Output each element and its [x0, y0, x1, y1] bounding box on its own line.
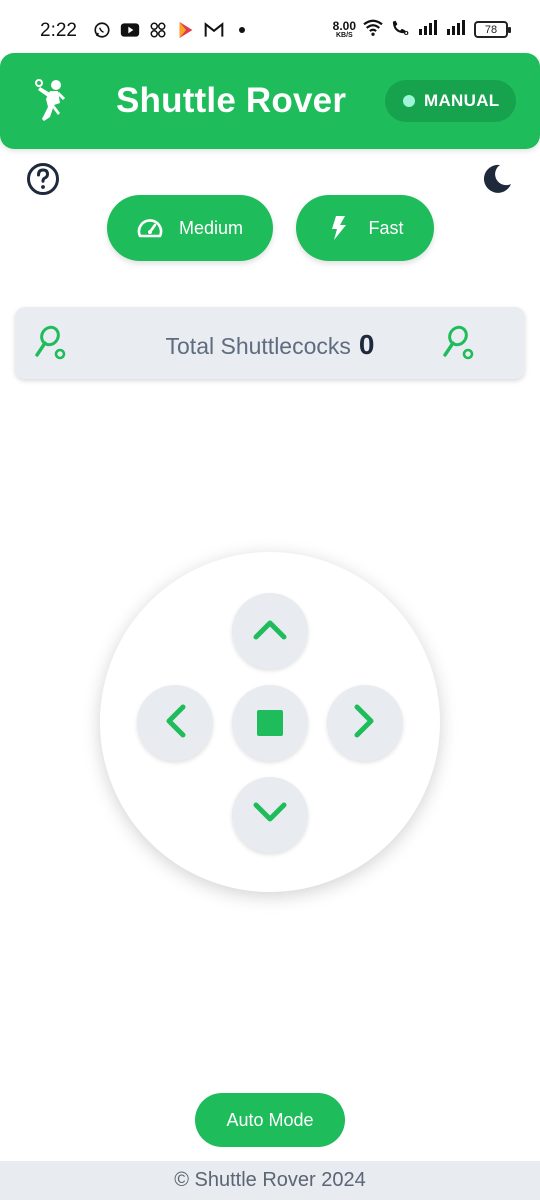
stop-button[interactable]: [232, 685, 308, 761]
apps-icon: [148, 20, 168, 40]
moon-icon: [480, 164, 514, 200]
mode-label: MANUAL: [424, 91, 500, 110]
network-speed: 8.00 KB/S: [332, 19, 356, 39]
move-up-button[interactable]: [232, 593, 308, 669]
svg-text:o: o: [404, 28, 409, 36]
chevron-down-icon: [252, 801, 288, 830]
wifi-icon: [362, 18, 384, 41]
shuttlecock-counter-card: Total Shuttlecocks 0: [15, 307, 525, 379]
play-store-icon: [176, 20, 196, 40]
speed-medium-label: Medium: [178, 217, 244, 238]
move-left-button[interactable]: [137, 685, 213, 761]
move-right-button[interactable]: [327, 685, 403, 761]
footer: © Shuttle Rover 2024: [0, 1161, 540, 1200]
notification-icons: [92, 20, 252, 40]
chevron-left-icon: [163, 703, 187, 744]
system-icons: 8.00 KB/S o 78: [332, 18, 511, 41]
chevron-right-icon: [353, 703, 377, 744]
status-bar: 2:22 8.00 KB/S o 78: [0, 0, 540, 56]
auto-mode-button[interactable]: Auto Mode: [195, 1093, 345, 1147]
gmail-icon: [204, 20, 224, 40]
battery-indicator: 78: [474, 21, 511, 38]
racket-icon: [441, 325, 477, 361]
direction-pad: [100, 552, 440, 892]
mode-badge: MANUAL: [385, 80, 516, 122]
volte-call-icon: o: [390, 18, 412, 41]
lightning-icon: [326, 215, 352, 241]
signal-icon: [446, 19, 468, 40]
app-title: Shuttle Rover: [116, 81, 347, 120]
help-button[interactable]: [26, 162, 60, 196]
speed-fast-label: Fast: [368, 217, 404, 238]
speed-medium-button[interactable]: Medium: [107, 195, 273, 261]
app-header: Shuttle Rover MANUAL: [0, 53, 540, 149]
counter-label: Total Shuttlecocks: [165, 333, 351, 359]
mode-status-dot: [403, 95, 415, 107]
youtube-icon: [120, 20, 140, 40]
dot-icon: [232, 20, 252, 40]
help-circle-icon: [26, 163, 60, 200]
chevron-up-icon: [252, 617, 288, 646]
speedometer-icon: [137, 215, 163, 241]
status-time: 2:22: [40, 20, 77, 41]
footer-text: © Shuttle Rover 2024: [174, 1169, 366, 1191]
badminton-player-icon: [30, 77, 70, 127]
speed-fast-button[interactable]: Fast: [296, 195, 434, 261]
stop-icon: [257, 710, 283, 736]
whatsapp-icon: [92, 20, 112, 40]
theme-toggle-button[interactable]: [480, 162, 514, 196]
signal-icon: [418, 19, 440, 40]
counter-value: 0: [358, 329, 375, 360]
move-down-button[interactable]: [232, 777, 308, 853]
